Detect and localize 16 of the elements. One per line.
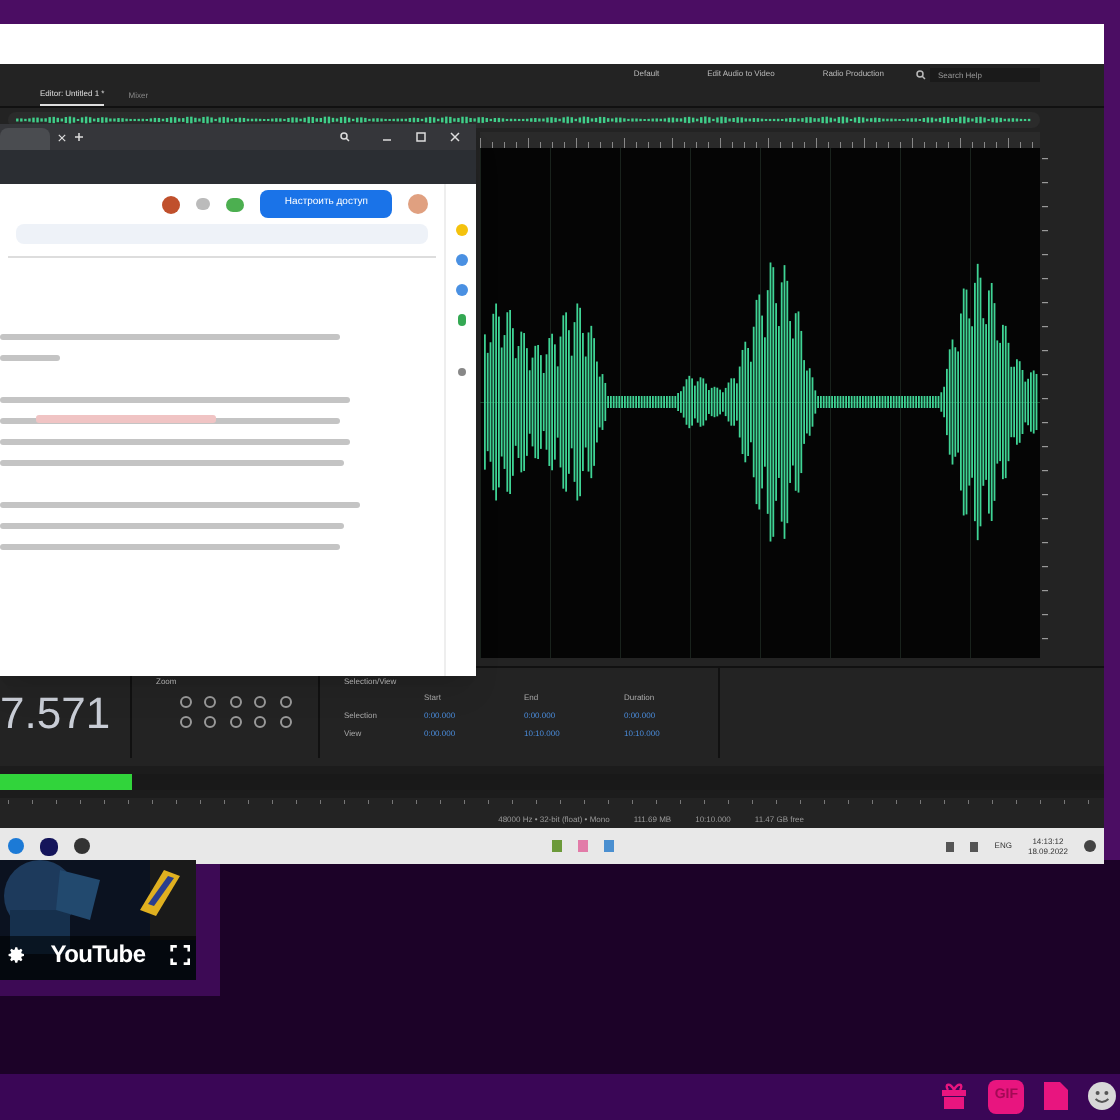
notification-icon[interactable] — [1084, 840, 1096, 852]
fullscreen-icon[interactable] — [169, 943, 190, 965]
close-icon[interactable] — [450, 132, 460, 142]
tray-icon[interactable] — [946, 841, 955, 851]
search-icon[interactable] — [340, 132, 350, 142]
avatar — [408, 194, 428, 214]
document-icon[interactable] — [1044, 1082, 1068, 1111]
tray-icon[interactable] — [970, 841, 979, 851]
maximize-icon[interactable] — [416, 132, 426, 142]
emoji-icon[interactable] — [1088, 1082, 1116, 1111]
avatar — [162, 195, 181, 213]
settings-icon[interactable] — [6, 943, 27, 965]
search-icon — [916, 69, 926, 79]
time-display: 7.571 — [0, 691, 111, 735]
close-icon[interactable] — [58, 133, 66, 141]
gift-icon[interactable] — [940, 1082, 969, 1111]
